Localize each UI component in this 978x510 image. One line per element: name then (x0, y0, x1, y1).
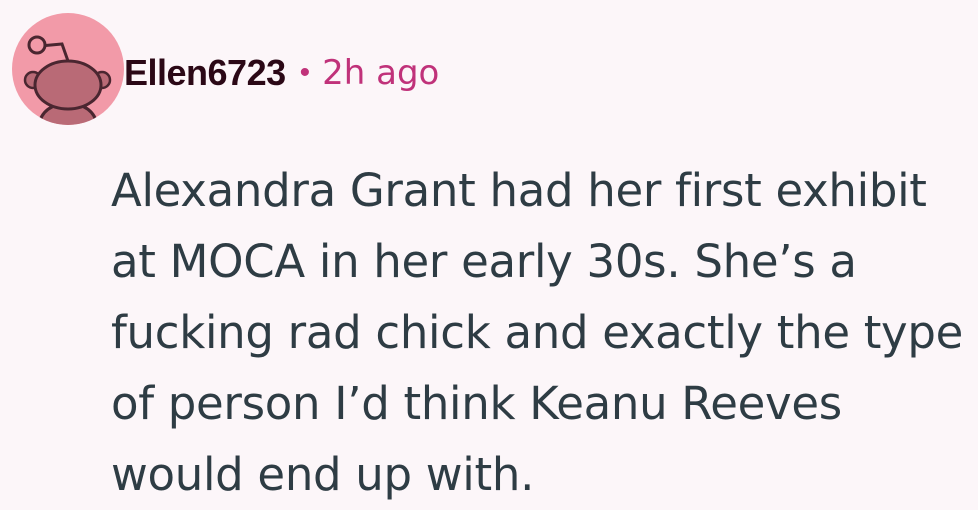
timestamp[interactable]: 2h ago (322, 53, 439, 93)
reddit-snoo-avatar-icon (12, 13, 124, 125)
user-avatar[interactable] (12, 13, 124, 125)
username-link[interactable]: Ellen6723 (124, 52, 286, 94)
comment-body: Alexandra Grant had her first exhibit at… (111, 164, 964, 501)
comment-card: Ellen6723 • 2h ago Alexandra Grant had h… (0, 0, 978, 510)
meta-separator: • (299, 56, 311, 89)
comment-meta: Ellen6723 • 2h ago (124, 48, 439, 98)
